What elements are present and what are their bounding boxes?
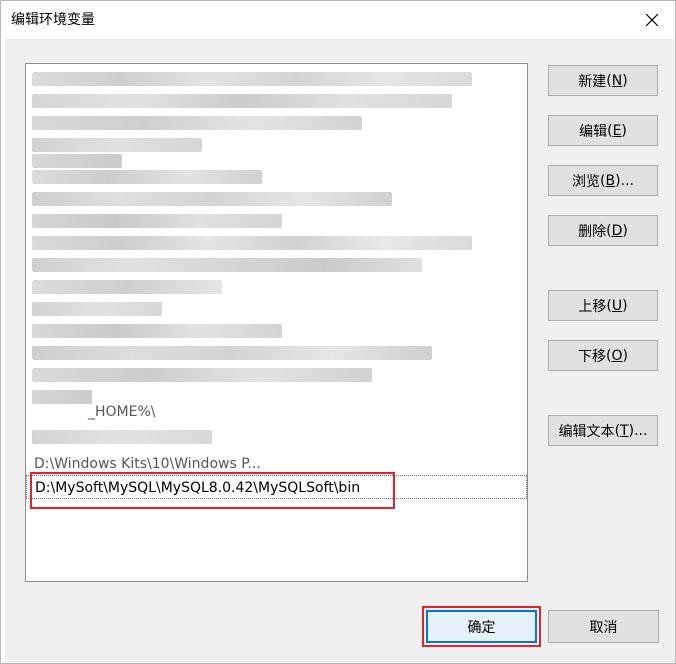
move-up-button-label: 上移: [578, 298, 607, 315]
edit-env-var-dialog: 编辑环境变量 _HOME%\ D:\Windows Kits\10\Window…: [0, 0, 676, 664]
list-item-windows-kits[interactable]: D:\Windows Kits\10\Windows P...: [26, 452, 527, 476]
edit-button[interactable]: 编辑(E): [548, 115, 658, 146]
path-list[interactable]: _HOME%\ D:\Windows Kits\10\Windows P... …: [25, 63, 528, 582]
redacted-list-item[interactable]: [32, 72, 472, 86]
move-down-button-key: O: [611, 347, 623, 364]
redacted-list-item[interactable]: [32, 236, 472, 250]
redacted-list-item[interactable]: [32, 258, 422, 272]
redacted-list-item[interactable]: [32, 346, 432, 360]
move-up-button-key: U: [611, 297, 623, 314]
title-bar: 编辑环境变量: [1, 1, 675, 39]
edit-text-button-ellipsis: ...: [634, 422, 648, 439]
edit-text-button-key: T: [620, 422, 629, 439]
redacted-list-item[interactable]: [32, 192, 392, 206]
dialog-title: 编辑环境变量: [11, 12, 95, 28]
move-down-button-label: 下移: [578, 348, 607, 365]
redacted-list-item[interactable]: [32, 302, 162, 316]
move-up-button[interactable]: 上移(U): [548, 290, 658, 321]
browse-button-key: B: [605, 172, 616, 189]
browse-button[interactable]: 浏览(B)...: [548, 165, 658, 196]
new-button-key: N: [611, 72, 623, 89]
cancel-button-label: 取消: [589, 619, 618, 636]
ok-button-label: 确定: [467, 619, 496, 636]
move-down-button[interactable]: 下移(O): [548, 340, 658, 371]
list-item-partial-home[interactable]: _HOME%\: [26, 400, 527, 424]
redacted-list-item[interactable]: [32, 214, 282, 228]
redacted-list-item[interactable]: [32, 324, 282, 338]
redacted-list-item[interactable]: [32, 154, 122, 168]
redacted-list-item[interactable]: [32, 170, 262, 184]
delete-button-key: D: [611, 222, 623, 239]
edit-text-button[interactable]: 编辑文本(T)...: [548, 415, 658, 446]
window-edge: [1, 39, 5, 663]
edit-button-key: E: [612, 122, 622, 139]
redacted-list-item[interactable]: [32, 116, 362, 130]
redacted-list-item[interactable]: [32, 94, 452, 108]
browse-button-label: 浏览: [572, 173, 601, 190]
redacted-list-item[interactable]: [32, 138, 202, 152]
edit-text-button-label: 编辑文本: [558, 423, 615, 440]
ok-button[interactable]: 确定: [426, 610, 537, 643]
close-button[interactable]: [629, 1, 675, 39]
new-button[interactable]: 新建(N): [548, 65, 658, 96]
redacted-list-item[interactable]: [32, 430, 212, 444]
edit-button-label: 编辑: [579, 123, 608, 140]
cancel-button[interactable]: 取消: [548, 610, 659, 643]
new-button-label: 新建: [578, 73, 607, 90]
delete-button[interactable]: 删除(D): [548, 215, 658, 246]
browse-button-ellipsis: ...: [620, 172, 634, 189]
list-item-mysql-bin[interactable]: D:\MySoft\MySQL\MySQL8.0.42\MySQLSoft\bi…: [26, 475, 527, 499]
delete-button-label: 删除: [578, 223, 607, 240]
redacted-list-item[interactable]: [32, 280, 222, 294]
redacted-list-item[interactable]: [32, 368, 372, 382]
close-icon: [645, 13, 659, 27]
